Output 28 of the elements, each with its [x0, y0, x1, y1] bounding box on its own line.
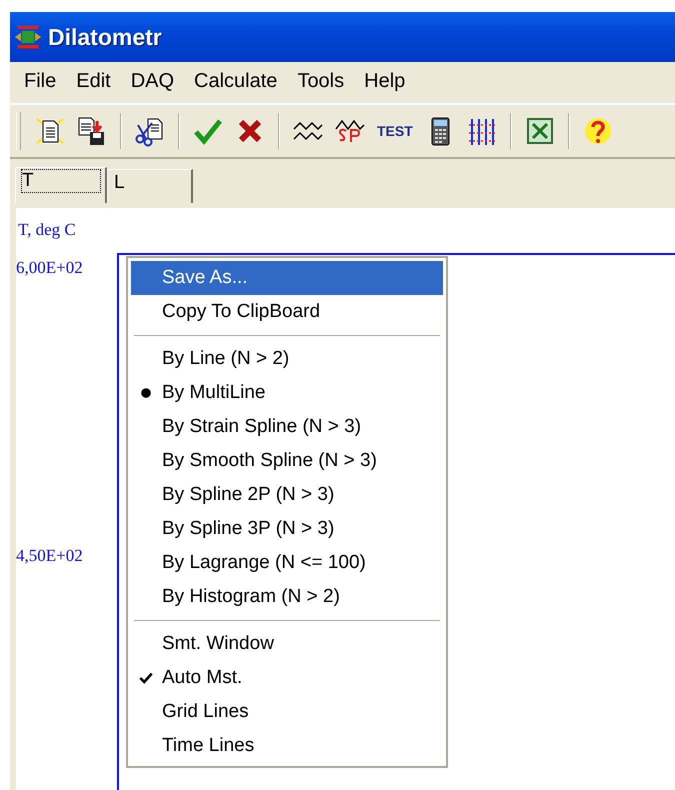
app-icon [14, 23, 42, 51]
menu-item[interactable]: By MultiLine [131, 376, 443, 410]
menu-item[interactable]: By Strain Spline (N > 3) [131, 410, 443, 444]
menu-item[interactable]: Smt. Window [131, 627, 443, 661]
menu-item[interactable]: By Lagrange (N <= 100) [131, 546, 443, 580]
tab[interactable]: T [15, 167, 107, 203]
menu-item[interactable]: Copy To ClipBoard [131, 295, 443, 329]
menu-item[interactable]: Save As... [131, 261, 443, 295]
menu-item[interactable]: File [14, 70, 66, 92]
test-button[interactable]: TEST [373, 111, 417, 151]
menu-item[interactable]: Tools [287, 70, 354, 92]
menu-item[interactable]: By Smooth Spline (N > 3) [131, 444, 443, 478]
menu-item[interactable]: Calculate [184, 70, 288, 92]
menu-item[interactable]: By Histogram (N > 2) [131, 580, 443, 614]
menu-item[interactable]: Auto Mst. [131, 661, 443, 695]
menu-item[interactable]: Help [354, 70, 416, 92]
menu-item[interactable]: By Spline 3P (N > 3) [131, 512, 443, 546]
menu-item[interactable]: By Spline 2P (N > 3) [131, 478, 443, 512]
tab[interactable]: L [107, 169, 193, 203]
menu-item[interactable]: Time Lines [131, 729, 443, 763]
menu-item[interactable]: By Line (N > 2) [131, 342, 443, 376]
menu-item[interactable]: DAQ [120, 70, 184, 92]
tick-label: 6,00E+02 [16, 258, 84, 278]
menu-item[interactable]: Grid Lines [131, 695, 443, 729]
tick-label: 4,50E+02 [16, 546, 84, 566]
axis-label: T, deg C [17, 219, 77, 241]
window-title: Dilatometr [48, 24, 162, 50]
menu-item[interactable]: Edit [66, 70, 121, 92]
